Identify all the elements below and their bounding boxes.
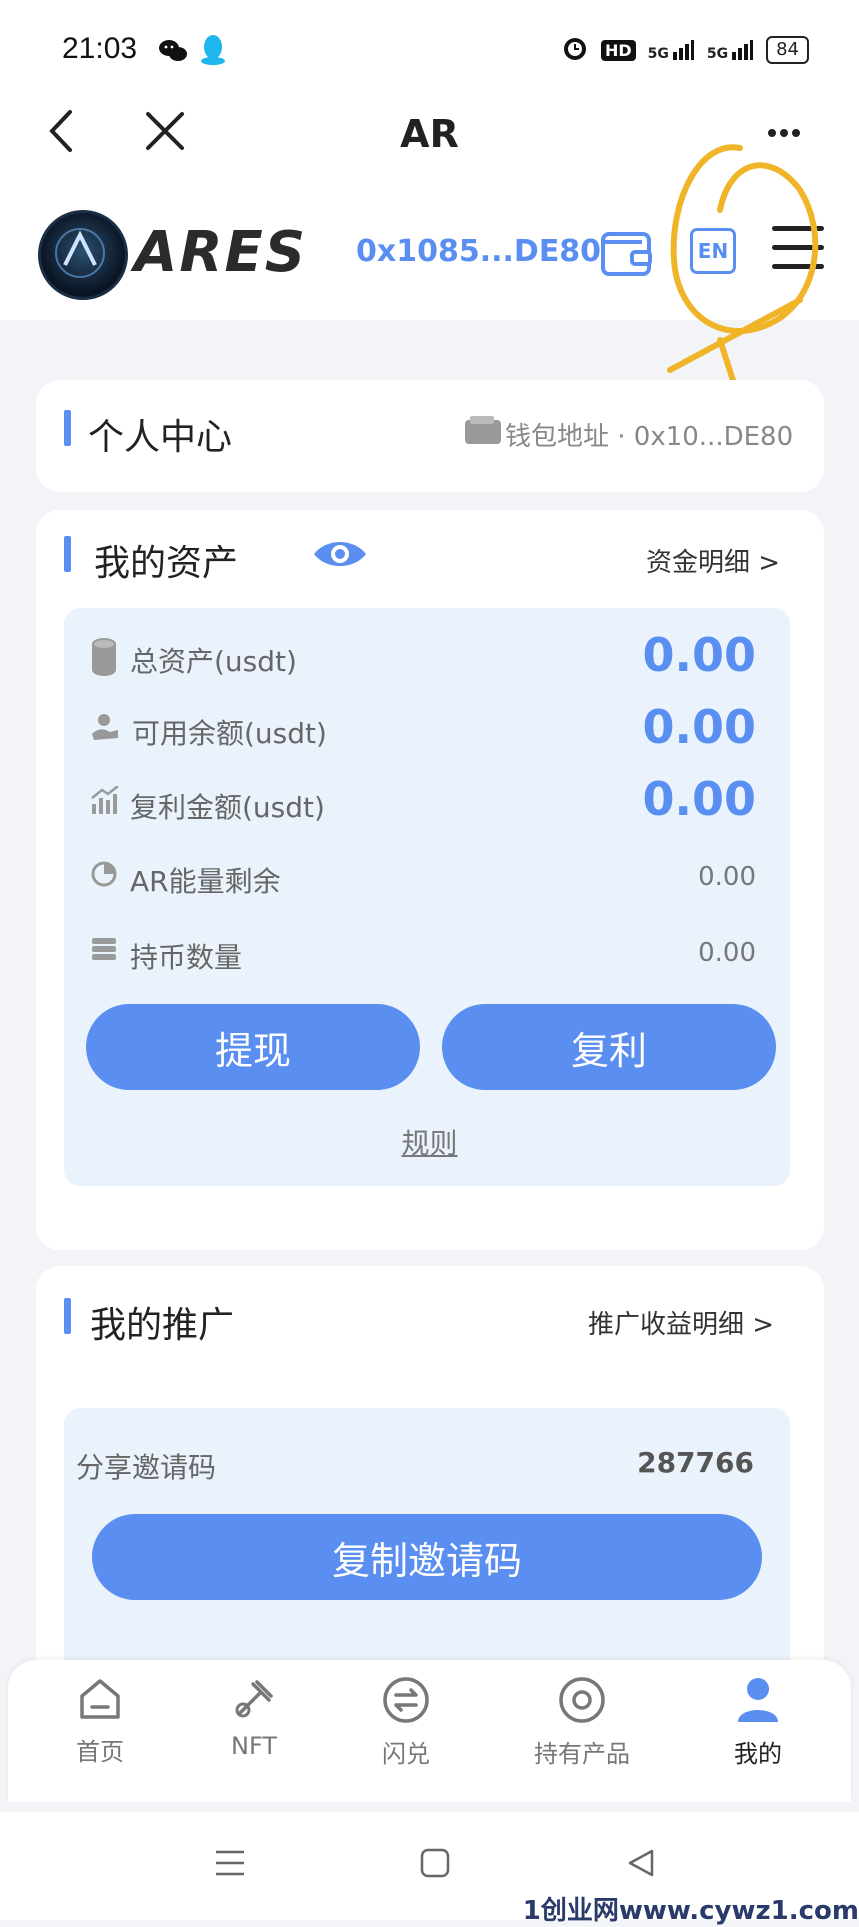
alarm-icon (561, 34, 589, 66)
recent-apps-icon[interactable] (214, 1848, 246, 1882)
nav-label: 首页 (76, 1738, 124, 1766)
status-time: 21:03 (62, 32, 138, 65)
pie-icon (90, 860, 118, 892)
swap-icon (382, 1676, 430, 1728)
asset-row-label: 总资产(usdt) (130, 645, 297, 678)
nav-item-home[interactable]: 首页 (30, 1676, 170, 1767)
ares-logo-icon (38, 210, 128, 300)
funds-detail-link[interactable]: 资金明细 > (646, 542, 780, 579)
back-nav-icon[interactable] (626, 1848, 656, 1882)
wallet-address[interactable]: 0x1085...DE80 (356, 234, 601, 269)
user-icon (735, 1676, 781, 1728)
asset-row-label: 可用余额(usdt) (132, 717, 327, 750)
nav-item-mine[interactable]: 我的 (688, 1676, 828, 1769)
home-icon (77, 1676, 123, 1726)
nft-icon (231, 1676, 277, 1726)
stack-icon (90, 936, 118, 966)
title-bar-accent (64, 1298, 71, 1334)
copy-invite-button[interactable]: 复制邀请码 (92, 1514, 762, 1600)
rules-link[interactable]: 规则 (0, 1122, 859, 1162)
coins-icon (90, 636, 118, 682)
asset-row-label: AR能量剩余 (130, 865, 281, 898)
nav-label: 持有产品 (534, 1740, 630, 1768)
wallet-hand-icon (90, 712, 120, 746)
signal-icon: 5G (648, 38, 695, 62)
asset-row-value: 0.00 (698, 862, 756, 892)
asset-row-label: 持币数量 (130, 941, 243, 974)
withdraw-button[interactable]: 提现 (86, 1004, 420, 1090)
annotation-scribble (650, 140, 830, 414)
profile-title: 个人中心 (88, 417, 233, 458)
wallet-small-icon (464, 416, 502, 448)
nav-item-holdings[interactable]: 持有产品 (512, 1676, 652, 1769)
nav-label: NFT (231, 1732, 277, 1760)
wallet-icon[interactable] (600, 228, 654, 282)
battery-indicator: 84 (766, 36, 809, 64)
qq-icon (200, 34, 226, 70)
target-icon (558, 1676, 606, 1728)
status-icons: HD 5G 5G 84 (561, 34, 809, 66)
nav-item-nft[interactable]: NFT (184, 1676, 324, 1760)
invite-code: 287766 (637, 1446, 754, 1479)
promotion-title: 我的推广 (90, 1305, 235, 1346)
brand-name: ARES (134, 220, 308, 285)
wechat-icon (158, 38, 188, 68)
chart-icon (90, 785, 120, 818)
home-button-icon[interactable] (420, 1848, 450, 1882)
signal-icon-2: 5G (707, 38, 754, 62)
title-bar-accent (64, 536, 71, 572)
asset-row-value: 0.00 (698, 938, 756, 968)
asset-row-label: 复利金额(usdt) (130, 791, 325, 824)
watermark: 1创业网www.cywz1.com (522, 1896, 859, 1926)
assets-title: 我的资产 (94, 543, 239, 584)
nav-label: 我的 (734, 1740, 782, 1768)
invite-label: 分享邀请码 (76, 1451, 217, 1484)
asset-row-value: 0.00 (642, 628, 757, 682)
nav-item-swap[interactable]: 闪兑 (336, 1676, 476, 1769)
compound-button[interactable]: 复利 (442, 1004, 776, 1090)
title-bar-accent (64, 410, 71, 446)
eye-icon[interactable] (312, 536, 368, 576)
hd-icon: HD (600, 39, 636, 61)
asset-row-value: 0.00 (642, 700, 757, 754)
nav-label: 闪兑 (382, 1740, 430, 1768)
promotion-detail-link[interactable]: 推广收益明细 > (588, 1304, 774, 1341)
asset-row-value: 0.00 (642, 772, 757, 826)
profile-wallet-address: 钱包地址 · 0x10...DE80 (505, 422, 794, 452)
